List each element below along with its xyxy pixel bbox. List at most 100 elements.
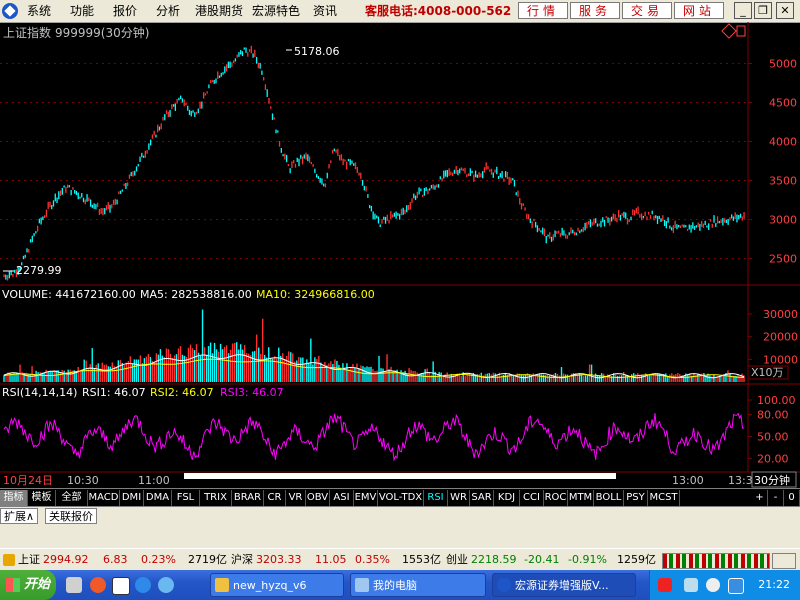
- tab-vr[interactable]: VR: [286, 490, 306, 506]
- volume-bar: [620, 375, 623, 382]
- volume-bar: [270, 358, 272, 382]
- tab-macd[interactable]: MACD: [88, 490, 120, 506]
- ticker-toggle-icon[interactable]: [772, 553, 796, 569]
- volume-bar: [703, 372, 705, 382]
- volume-bar: [233, 343, 236, 382]
- tab-asi[interactable]: ASI: [330, 490, 354, 506]
- tab-dmi[interactable]: DMI: [120, 490, 144, 506]
- tab-dma[interactable]: DMA: [144, 490, 172, 506]
- trade-button[interactable]: 交易: [622, 2, 672, 19]
- zoom-out-button[interactable]: -: [768, 490, 784, 506]
- window-icon[interactable]: [112, 577, 130, 595]
- tab-vol-tdx[interactable]: VOL-TDX: [378, 490, 424, 506]
- candle: [49, 201, 51, 208]
- menu-hk-futures[interactable]: 港股期货: [195, 3, 243, 19]
- volume-bar: [693, 373, 695, 382]
- tab-trix[interactable]: TRIX: [200, 490, 232, 506]
- candle: [526, 213, 528, 219]
- tab-psy[interactable]: PSY: [624, 490, 648, 506]
- tab-模板[interactable]: 模板: [28, 490, 56, 506]
- task-new-hyzq[interactable]: new_hyzq_v6: [210, 573, 344, 597]
- website-button[interactable]: 网站: [674, 2, 724, 19]
- menu-quote[interactable]: 报价: [113, 3, 137, 19]
- tab-cr[interactable]: CR: [264, 490, 286, 506]
- tab-fsl[interactable]: FSL: [172, 490, 200, 506]
- tab-related-quote[interactable]: 关联报价: [45, 508, 97, 524]
- candle: [474, 170, 477, 178]
- service-button[interactable]: 服务: [570, 2, 620, 19]
- candle: [436, 184, 438, 188]
- horizontal-scrollbar[interactable]: [184, 473, 616, 479]
- tab-mcst[interactable]: MCST: [648, 490, 680, 506]
- task-my-computer[interactable]: 我的电脑: [350, 573, 486, 597]
- candle: [183, 99, 185, 107]
- candle: [164, 114, 166, 121]
- candle: [715, 223, 717, 227]
- candle: [365, 186, 367, 192]
- market-button[interactable]: 行情: [518, 2, 568, 19]
- menu-hongyuan[interactable]: 宏源特色: [252, 3, 300, 19]
- candle: [494, 169, 496, 173]
- volume-bar: [452, 374, 454, 382]
- candle: [171, 104, 173, 110]
- antivirus-icon[interactable]: [706, 578, 720, 592]
- app-logo-icon[interactable]: [2, 3, 18, 19]
- tab-sar[interactable]: SAR: [470, 490, 494, 506]
- candle: [697, 222, 699, 228]
- volume-bar: [135, 359, 138, 382]
- ie-icon[interactable]: [135, 577, 151, 593]
- candle: [566, 235, 569, 239]
- tab-rsi[interactable]: RSI: [424, 490, 448, 506]
- zoom-in-button[interactable]: +: [752, 490, 768, 506]
- menu-news[interactable]: 资讯: [313, 3, 337, 19]
- messenger-icon[interactable]: [158, 577, 174, 593]
- tab-expand[interactable]: 扩展∧: [0, 508, 39, 524]
- firefox-icon[interactable]: [90, 577, 106, 593]
- kline-chart[interactable]: 上证指数 999999(30分钟) 5000 4500 4000 3500 3000 25…: [0, 22, 800, 488]
- flag-tray-icon[interactable]: [658, 578, 672, 592]
- network-icon[interactable]: [684, 578, 698, 592]
- start-button[interactable]: 开始: [0, 570, 56, 600]
- rsi-tick-20.00: 20.00: [757, 452, 789, 465]
- close-icon[interactable]: ✕: [776, 2, 794, 19]
- tab-wr[interactable]: WR: [448, 490, 470, 506]
- volume-bar: [125, 362, 128, 382]
- shield-icon[interactable]: [728, 578, 744, 594]
- menu-system[interactable]: 系统: [27, 3, 51, 19]
- desktop-icon[interactable]: [66, 577, 82, 593]
- candle: [294, 163, 297, 168]
- tab-obv[interactable]: OBV: [306, 490, 330, 506]
- menu-analysis[interactable]: 分析: [156, 3, 180, 19]
- tab-emv[interactable]: EMV: [354, 490, 378, 506]
- volume-bar: [147, 354, 150, 382]
- tab-boll[interactable]: BOLL: [594, 490, 624, 506]
- restore-icon[interactable]: ❐: [754, 2, 772, 19]
- candle: [462, 168, 464, 172]
- menu-function[interactable]: 功能: [70, 3, 94, 19]
- tab-全部[interactable]: 全部: [56, 490, 88, 506]
- tab-brar[interactable]: BRAR: [232, 490, 264, 506]
- tab-指标[interactable]: 指标: [0, 490, 28, 506]
- volume-bar: [43, 372, 45, 382]
- minimize-icon[interactable]: _: [734, 2, 752, 19]
- tab-cci[interactable]: CCI: [520, 490, 544, 506]
- reset-button[interactable]: 0: [784, 490, 800, 506]
- volume-bar: [538, 373, 541, 382]
- tab-roc[interactable]: ROC: [544, 490, 568, 506]
- volume-bar: [75, 371, 77, 382]
- candle: [632, 209, 634, 215]
- task-hongyuan[interactable]: 宏源证券增强版V...: [492, 573, 636, 597]
- volume-bar: [159, 349, 162, 382]
- candle: [169, 109, 171, 117]
- volume-bar: [687, 374, 689, 382]
- candle: [300, 154, 302, 159]
- candle: [649, 214, 652, 219]
- tab-mtm[interactable]: MTM: [568, 490, 594, 506]
- candle: [522, 203, 524, 206]
- volume-bar: [614, 374, 617, 382]
- tab-kdj[interactable]: KDJ: [494, 490, 520, 506]
- volume-tick-30000: 30000: [763, 308, 798, 321]
- candle: [490, 168, 493, 175]
- period-label[interactable]: 30分钟: [754, 473, 790, 487]
- candle: [420, 188, 422, 192]
